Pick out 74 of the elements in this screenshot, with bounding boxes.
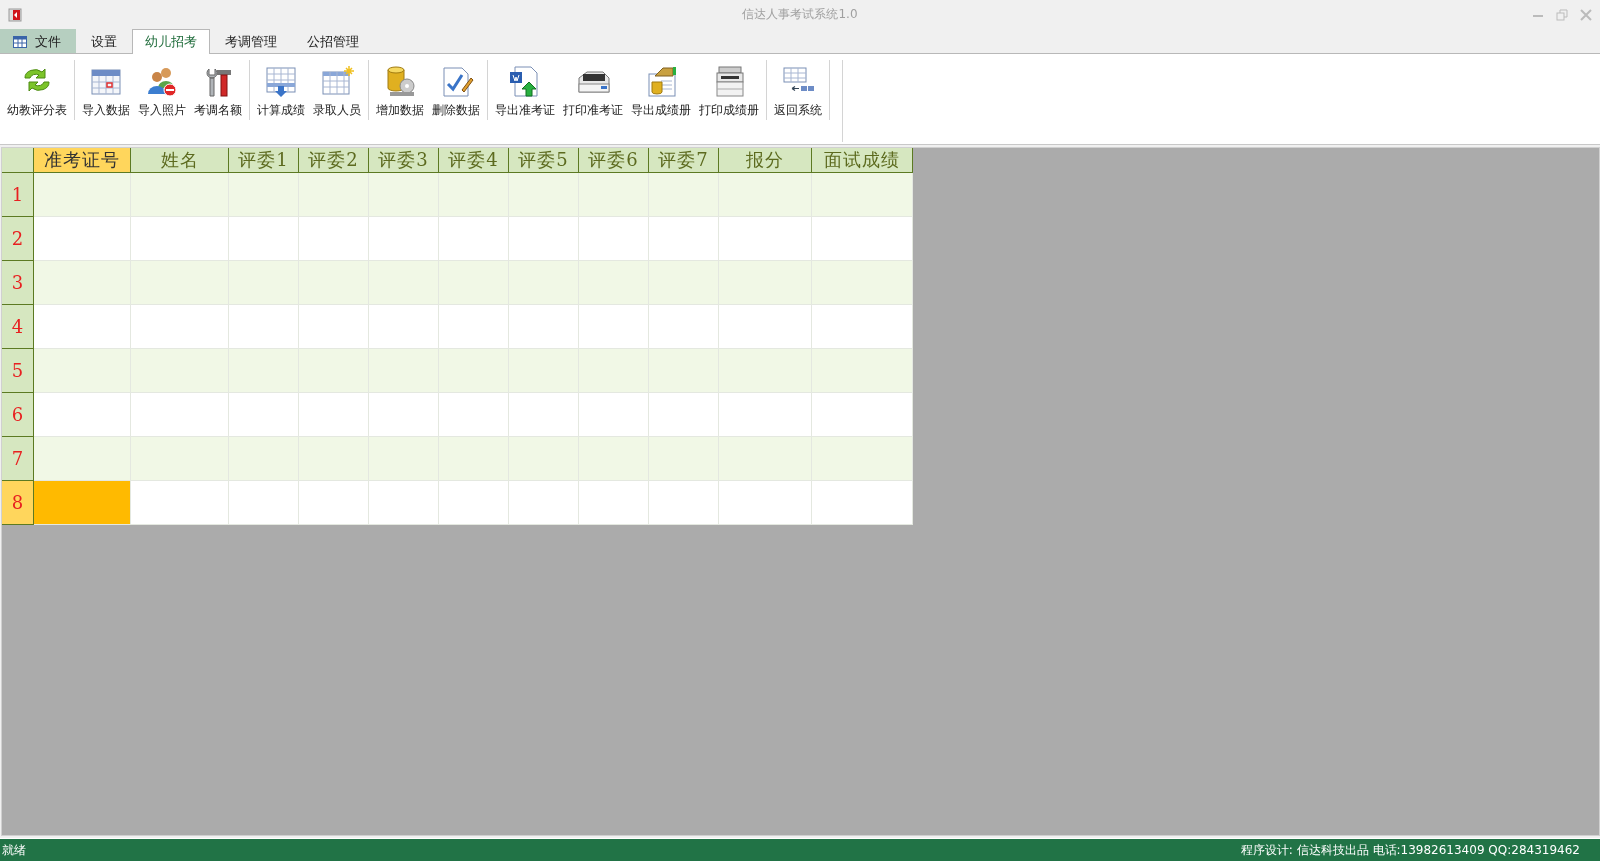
- table-cell: [649, 261, 719, 305]
- toolbar-button[interactable]: 录取人员: [309, 60, 365, 120]
- menu-tab[interactable]: 公招管理: [292, 30, 374, 53]
- close-icon[interactable]: [1580, 8, 1592, 21]
- toolbar-button[interactable]: 计算成绩: [253, 60, 309, 120]
- table-cell: [299, 261, 369, 305]
- column-header[interactable]: 面试成绩: [812, 148, 913, 173]
- toolbar-button[interactable]: 导出准考证: [491, 60, 559, 120]
- table-cell: [509, 173, 579, 217]
- column-header[interactable]: 评委7: [649, 148, 719, 173]
- toolbar-button[interactable]: 考调名额: [190, 60, 246, 120]
- menu-tab[interactable]: 幼儿招考: [132, 29, 210, 54]
- table-cell: [509, 481, 579, 525]
- toolbar-button[interactable]: 增加数据: [372, 60, 428, 120]
- table-cell: [649, 349, 719, 393]
- column-header[interactable]: 报分: [719, 148, 812, 173]
- table-cell: [579, 173, 649, 217]
- table-cell: [229, 349, 299, 393]
- table-cell: [229, 173, 299, 217]
- table-cell: [229, 481, 299, 525]
- table-cell: [369, 481, 439, 525]
- column-header[interactable]: 准考证号: [34, 148, 131, 173]
- table-cell: [439, 349, 509, 393]
- table-cell: [369, 437, 439, 481]
- toolbar-button[interactable]: 导出成绩册: [627, 60, 695, 120]
- table-cell: [509, 261, 579, 305]
- status-text: 就绪: [2, 841, 26, 859]
- table-cell: [649, 481, 719, 525]
- column-header[interactable]: 评委3: [369, 148, 439, 173]
- table-cell: [649, 437, 719, 481]
- table-cell: [369, 261, 439, 305]
- toolbar-button[interactable]: 打印准考证: [559, 60, 627, 120]
- window-title: 信达人事考试系统1.0: [742, 7, 858, 21]
- table-cell: [439, 261, 509, 305]
- table-cell: [229, 437, 299, 481]
- copyright-text: 程序设计: 信达科技出品 电话:13982613409 QQ:284319462: [1240, 841, 1580, 859]
- table-cell: [439, 437, 509, 481]
- table-cell: [229, 261, 299, 305]
- corner-cell[interactable]: [2, 148, 34, 173]
- column-header[interactable]: 姓名: [131, 148, 229, 173]
- menu-tab[interactable]: 文件: [0, 29, 76, 53]
- table-cell: [299, 481, 369, 525]
- toolbar-button[interactable]: 打印成绩册: [695, 60, 763, 120]
- menu-tab[interactable]: 考调管理: [210, 30, 292, 53]
- restore-icon[interactable]: [1556, 8, 1568, 21]
- column-header[interactable]: 评委4: [439, 148, 509, 173]
- table-cell: [439, 481, 509, 525]
- table-cell: [579, 437, 649, 481]
- table-cell: [579, 349, 649, 393]
- table-cell: [579, 261, 649, 305]
- toolbar-button[interactable]: 返回系统: [770, 60, 826, 120]
- table-cell: [299, 437, 369, 481]
- app-logo-icon: [8, 7, 22, 22]
- toolbar-button[interactable]: 幼教评分表: [3, 60, 71, 120]
- toolbar-button[interactable]: 删除数据: [428, 60, 484, 120]
- table-cell: [579, 481, 649, 525]
- table-cell: [649, 173, 719, 217]
- column-header[interactable]: 评委5: [509, 148, 579, 173]
- toolbar-button[interactable]: 导入照片: [134, 60, 190, 120]
- toolbar-button[interactable]: 导入数据: [78, 60, 134, 120]
- table-down-icon: [263, 64, 299, 98]
- column-header[interactable]: 评委1: [229, 148, 299, 173]
- table-cell: [509, 437, 579, 481]
- column-header[interactable]: 评委2: [299, 148, 369, 173]
- table-icon: [13, 35, 27, 48]
- table-cell: [299, 349, 369, 393]
- menu-tab[interactable]: 设置: [76, 30, 132, 53]
- table-cell: [299, 173, 369, 217]
- table-star-icon: [319, 64, 355, 98]
- table-cell: [369, 349, 439, 393]
- column-header[interactable]: 评委6: [579, 148, 649, 173]
- table-cell: [369, 173, 439, 217]
- table-cell: [509, 349, 579, 393]
- table-cell: [439, 173, 509, 217]
